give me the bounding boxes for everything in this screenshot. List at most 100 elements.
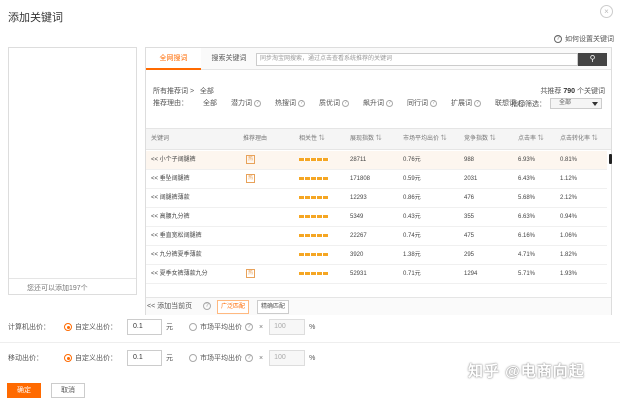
relevance-meter (299, 252, 329, 256)
competition-cell: 476 (464, 195, 475, 201)
keyword-cell[interactable]: << 九分裤夏季薄款 (151, 246, 202, 265)
relevance-bar (299, 265, 329, 284)
keyword-cell[interactable]: << 夏季女裤薄款九分 (151, 265, 208, 284)
cvr-cell: 1.93% (560, 271, 578, 277)
cancel-button[interactable]: 取消 (51, 383, 85, 398)
avg-bid-cell: 0.76元 (403, 157, 421, 163)
tab-search-keyword[interactable]: 搜索关键词 (204, 48, 254, 70)
col-relevance[interactable]: 相关性 ⇅ (299, 129, 325, 149)
filter-quality[interactable]: 质优词? (319, 98, 349, 108)
filter-all[interactable]: 全部 (203, 98, 217, 108)
keyword-cell[interactable]: << 阔腿裤薄款 (151, 189, 190, 208)
search-input[interactable]: 同步淘宝网搜索，通过点击查看系统推荐的关键词 (256, 53, 578, 66)
show-index-cell: 5349 (350, 214, 364, 220)
breadcrumb-current[interactable]: 全部 (200, 88, 214, 95)
question-icon: ? (245, 354, 253, 362)
keyword-panel: 全网搜词 搜索关键词 同步淘宝网搜索，通过点击查看系统推荐的关键词 ⚲ 所有推荐… (145, 47, 612, 315)
avg-bid-cell: 0.71元 (403, 271, 421, 277)
tab-web-search[interactable]: 全网搜词 (146, 48, 201, 70)
relevance-meter (299, 271, 329, 275)
ctr-cell: 6.16% (518, 233, 536, 239)
dialog-title: 添加关键词 (8, 12, 63, 24)
keyword-cell[interactable]: << 垂坠阔腿裤 (151, 170, 190, 189)
filter-extend[interactable]: 扩展词? (451, 98, 481, 108)
filter-peer[interactable]: 同行词? (407, 98, 437, 108)
close-icon[interactable]: × (600, 5, 613, 18)
help-link[interactable]: ? 如何设置关键词 (554, 34, 614, 44)
pc-bid-row: 计算机出价： 自定义出价： 0.1 元 市场平均出价 ? × 100 % (8, 318, 331, 336)
competition-cell: 295 (464, 252, 475, 258)
show-index-cell: 171808 (350, 176, 371, 182)
table-row[interactable]: << 高腰九分裤 5349 0.43元 355 6.63% 0.94% (146, 208, 607, 227)
cvr-cell: 1.06% (560, 233, 578, 239)
ctr-cell: 5.68% (518, 195, 536, 201)
ctr-cell: 4.71% (518, 252, 536, 258)
keyword-cell[interactable]: << 高腰九分裤 (151, 208, 190, 227)
table-row[interactable]: << 夏季女裤薄款九分 热 52931 0.71元 1294 5.71% 1.93% (146, 265, 607, 284)
selected-keywords-box[interactable]: 您还可以添加197个 (8, 47, 137, 295)
filter-label: 推荐理由： (153, 100, 188, 107)
cvr-cell: 2.12% (560, 195, 578, 201)
table-row[interactable]: << 阔腿裤薄款 12293 0.86元 476 5.68% 2.12% (146, 189, 607, 208)
market-bid-radio[interactable] (189, 323, 197, 331)
search-button[interactable]: ⚲ (578, 53, 607, 66)
cvr-cell: 1.12% (560, 176, 578, 182)
avg-bid-cell: 0.59元 (403, 176, 421, 182)
confirm-button[interactable]: 确定 (7, 383, 41, 398)
competition-cell: 1294 (464, 271, 478, 277)
pc-bid-label: 计算机出价： (8, 324, 50, 331)
divider (9, 278, 136, 279)
question-icon: ? (254, 99, 261, 107)
table-row[interactable]: << 垂直宽松阔腿裤 22267 0.74元 475 6.16% 1.06% (146, 227, 607, 246)
filter-hot[interactable]: 热搜词? (275, 98, 305, 108)
watermark: 知乎 @电商向起 (468, 363, 585, 380)
ctr-cell: 6.93% (518, 157, 536, 163)
ctr-cell: 5.71% (518, 271, 536, 277)
scrollbar[interactable] (609, 151, 612, 296)
index-filter: 指标筛选： 全部 (511, 98, 602, 109)
reason-filter: 推荐理由： 全部 潜力词? 热搜词? 质优词? 飙升词? 同行词? 扩展词? 联… (153, 98, 539, 108)
table-row[interactable]: << 九分裤夏季薄款 3920 1.38元 295 4.71% 1.82% (146, 246, 607, 265)
scrollbar-thumb[interactable] (609, 154, 612, 164)
avg-bid-cell: 0.43元 (403, 214, 421, 220)
broad-match-button[interactable]: 广泛匹配 (217, 300, 250, 314)
table-row[interactable]: << 小个子阔腿裤 热 28711 0.76元 988 6.93% 0.81% (146, 151, 607, 170)
relevance-meter (299, 195, 329, 199)
relevance-bar (299, 189, 329, 208)
pc-bid-input[interactable]: 0.1 (127, 319, 162, 335)
col-avg-bid[interactable]: 市场平均出价 ⇅ (403, 129, 447, 149)
show-index-cell: 3920 (350, 252, 364, 258)
relevance-meter (299, 157, 329, 161)
question-icon: ? (298, 99, 305, 107)
keyword-cell[interactable]: << 垂直宽松阔腿裤 (151, 227, 202, 246)
question-icon: ? (554, 35, 562, 43)
col-ctr[interactable]: 点击率 ⇅ (518, 129, 544, 149)
divider (0, 342, 620, 343)
show-index-cell: 12293 (350, 195, 367, 201)
mobile-bid-row: 移动出价： 自定义出价： 0.1 元 市场平均出价 ? × 100 % (8, 349, 331, 367)
market-bid-radio[interactable] (189, 354, 197, 362)
reason-cell: 热 (246, 151, 255, 170)
custom-bid-radio[interactable] (64, 354, 72, 362)
index-filter-select[interactable]: 全部 (550, 98, 602, 109)
filter-rising[interactable]: 飙升词? (363, 98, 393, 108)
ctr-cell: 6.43% (518, 176, 536, 182)
col-competition[interactable]: 竞争指数 ⇅ (464, 129, 496, 149)
col-show-index[interactable]: 展现指数 ⇅ (350, 129, 382, 149)
index-filter-label: 指标筛选： (511, 100, 546, 108)
question-icon: ? (386, 99, 393, 107)
custom-bid-radio[interactable] (64, 323, 72, 331)
competition-cell: 2031 (464, 176, 478, 182)
pc-pct-input[interactable]: 100 (269, 319, 306, 335)
keyword-cell[interactable]: << 小个子阔腿裤 (151, 151, 196, 170)
mobile-bid-input[interactable]: 0.1 (127, 350, 162, 366)
exact-match-button[interactable]: 精确匹配 (257, 300, 290, 314)
table-row[interactable]: << 垂坠阔腿裤 热 171808 0.59元 2031 6.43% 1.12% (146, 170, 607, 189)
keyword-table: << 小个子阔腿裤热 28711 0.76元 988 6.93% 0.81% << 垂坠阔腿… (146, 151, 607, 284)
filter-potential[interactable]: 潜力词? (231, 98, 261, 108)
question-icon: ? (430, 99, 437, 107)
relevance-bar (299, 151, 329, 170)
mobile-pct-input[interactable]: 100 (269, 350, 306, 366)
add-current-page-button[interactable]: << 添加当前页 (147, 298, 192, 315)
col-cvr[interactable]: 点击转化率 ⇅ (560, 129, 598, 149)
